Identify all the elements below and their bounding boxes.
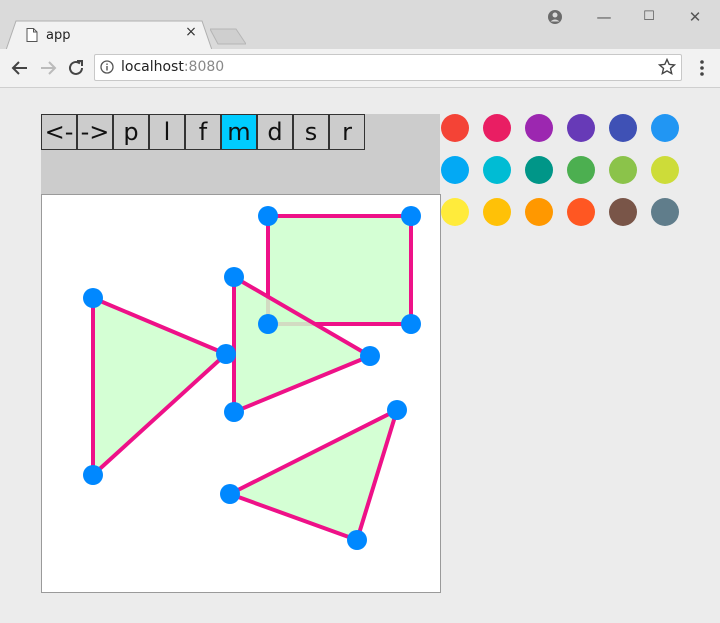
vertex-handle[interactable]: [258, 206, 278, 226]
tab-close-icon[interactable]: ×: [184, 25, 198, 39]
bookmark-star-icon[interactable]: [658, 58, 676, 76]
vertex-handle[interactable]: [360, 346, 380, 366]
minimize-button[interactable]: —: [594, 8, 614, 26]
tool-button[interactable]: p: [113, 114, 149, 150]
tool-button[interactable]: d: [257, 114, 293, 150]
color-swatch[interactable]: [483, 156, 511, 184]
color-swatch[interactable]: [651, 114, 679, 142]
url-text: localhost:8080: [121, 59, 224, 75]
color-swatch[interactable]: [483, 198, 511, 226]
color-swatch[interactable]: [567, 198, 595, 226]
vertex-handle[interactable]: [83, 465, 103, 485]
url-host: localhost: [121, 59, 184, 75]
tool-button[interactable]: m: [221, 114, 257, 150]
color-swatch[interactable]: [567, 156, 595, 184]
polygon-shape[interactable]: [228, 408, 399, 542]
color-swatch[interactable]: [441, 114, 469, 142]
tool-button[interactable]: r: [329, 114, 365, 150]
vertex-handle[interactable]: [83, 288, 103, 308]
color-swatch[interactable]: [525, 156, 553, 184]
shapes-layer[interactable]: [42, 195, 440, 592]
color-swatch[interactable]: [651, 156, 679, 184]
vertex-handle[interactable]: [216, 344, 236, 364]
tool-button[interactable]: <-: [41, 114, 77, 150]
color-swatch[interactable]: [483, 114, 511, 142]
tool-button[interactable]: ->: [77, 114, 113, 150]
drawing-canvas[interactable]: [41, 194, 441, 593]
vertex-handle[interactable]: [387, 400, 407, 420]
vertex-handle[interactable]: [347, 530, 367, 550]
color-swatch[interactable]: [525, 198, 553, 226]
vertex-handle[interactable]: [401, 314, 421, 334]
new-tab-button[interactable]: [210, 28, 246, 45]
tool-button[interactable]: l: [149, 114, 185, 150]
vertex-handle[interactable]: [401, 206, 421, 226]
color-swatch[interactable]: [567, 114, 595, 142]
color-swatch[interactable]: [609, 114, 637, 142]
account-icon[interactable]: [547, 9, 563, 25]
url-port: :8080: [183, 59, 225, 75]
menu-dots-icon[interactable]: [698, 58, 706, 78]
file-icon: [26, 28, 38, 42]
vertex-handle[interactable]: [224, 402, 244, 422]
vertex-handle[interactable]: [258, 314, 278, 334]
back-arrow-icon[interactable]: [10, 58, 30, 78]
tool-button[interactable]: f: [185, 114, 221, 150]
color-swatch[interactable]: [609, 198, 637, 226]
color-swatch[interactable]: [609, 156, 637, 184]
reload-icon[interactable]: [66, 58, 86, 78]
tab-title: app: [46, 28, 71, 43]
color-swatch[interactable]: [441, 156, 469, 184]
info-icon[interactable]: [100, 60, 114, 74]
color-swatch[interactable]: [651, 198, 679, 226]
close-window-button[interactable]: ✕: [685, 8, 705, 26]
polygon-shape[interactable]: [91, 296, 228, 477]
color-swatch[interactable]: [441, 198, 469, 226]
maximize-button[interactable]: ☐: [639, 8, 659, 26]
vertex-handle[interactable]: [220, 484, 240, 504]
forward-arrow-icon[interactable]: [38, 58, 58, 78]
tool-button[interactable]: s: [293, 114, 329, 150]
color-swatch[interactable]: [525, 114, 553, 142]
vertex-handle[interactable]: [224, 267, 244, 287]
